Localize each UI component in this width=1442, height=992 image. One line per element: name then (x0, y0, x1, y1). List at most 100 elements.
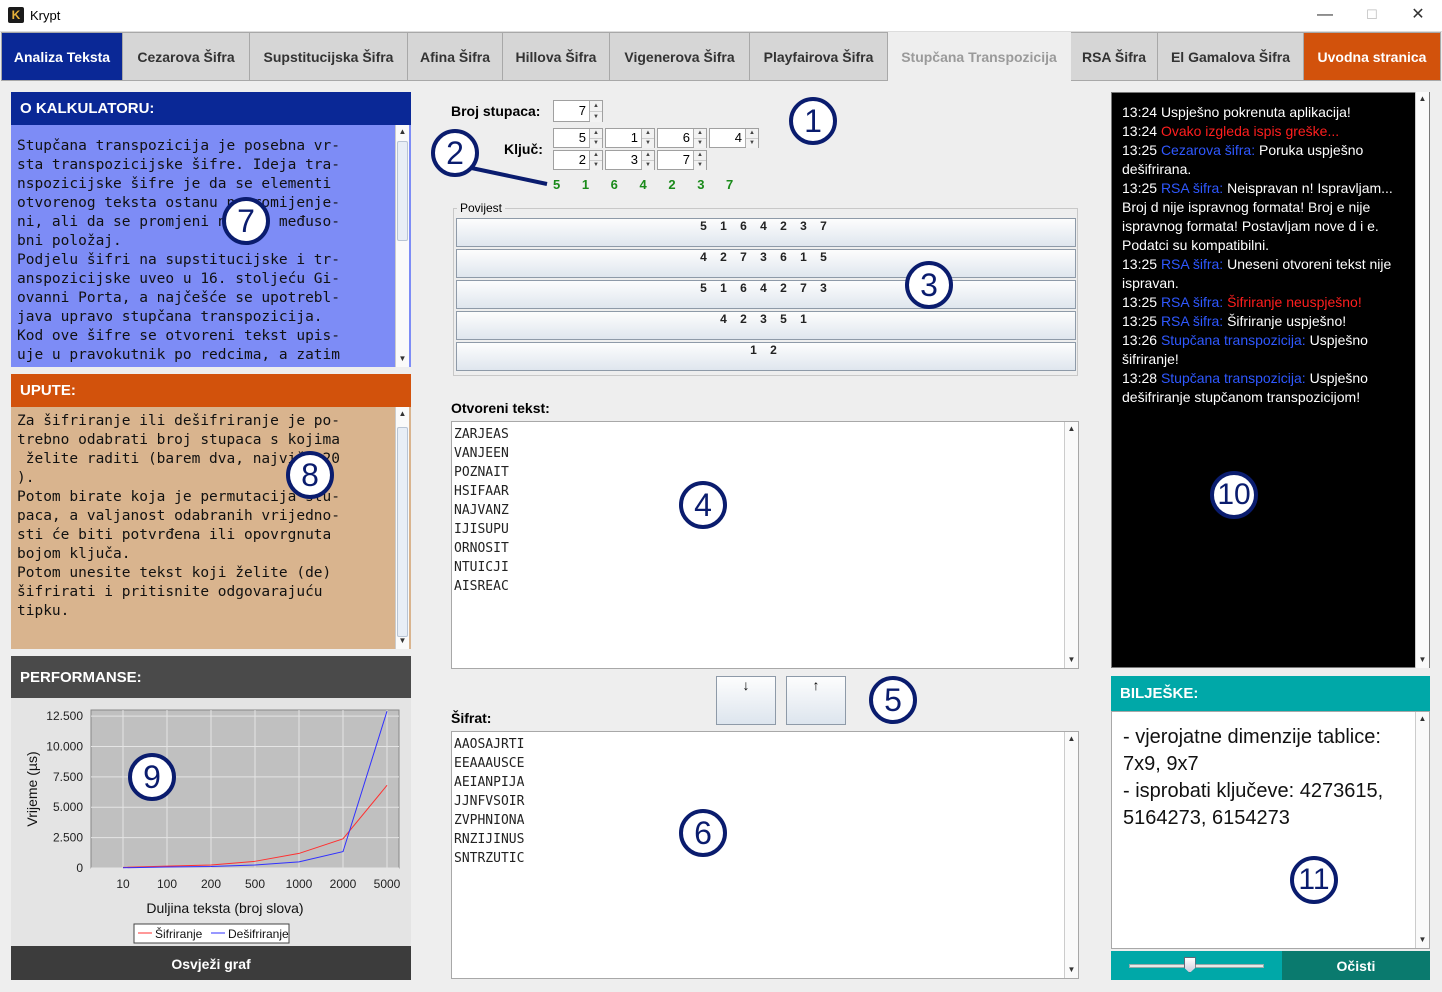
key-spinner-5[interactable]: 2 ▲ ▼ (553, 150, 603, 170)
history-item-button[interactable]: 4 2 7 3 6 1 5 (456, 249, 1076, 278)
tab-el-gamalova-sifra[interactable]: El Gamalova Šifra (1158, 32, 1304, 81)
tab-analiza-teksta[interactable]: Analiza Teksta (1, 32, 123, 81)
legend-label: Šifriranje (155, 926, 203, 941)
tab-uvodna-stranica[interactable]: Uvodna stranica (1304, 32, 1441, 81)
ciphertext-textarea[interactable]: AAOSAJRTI EEAAAUSCE AEIANPIJA JJNFVSOIR ZVPH… (451, 731, 1079, 979)
spinner-down-icon[interactable]: ▼ (694, 139, 706, 148)
tab-playfairova-sifra[interactable]: Playfairova Šifra (750, 32, 888, 81)
key-spinner-1[interactable]: 5 ▲ ▼ (553, 128, 603, 148)
notes-scrollbar[interactable]: ▲ ▼ (1415, 712, 1429, 948)
spinner-up-icon[interactable]: ▲ (694, 129, 706, 139)
plaintext-scrollbar[interactable]: ▲ ▼ (1064, 422, 1078, 668)
history-item-button[interactable]: 1 2 (456, 342, 1076, 371)
tab-rsa-sifra[interactable]: RSA Šifra (1071, 32, 1158, 81)
notes-content[interactable]: - vjerojatne dimenzije tablice: 7x9, 9x7 -… (1123, 724, 1383, 832)
key-spinner-3[interactable]: 6 ▲ ▼ (657, 128, 707, 148)
scroll-down-icon[interactable]: ▼ (396, 634, 409, 648)
scroll-down-icon[interactable]: ▼ (1065, 653, 1078, 667)
maximize-button[interactable]: ☐ (1349, 0, 1395, 32)
scroll-up-icon[interactable]: ▲ (396, 407, 409, 421)
key-spinner-value[interactable]: 1 (606, 129, 641, 147)
scroll-up-icon[interactable]: ▲ (1416, 92, 1429, 106)
log-message-continued: ispravan. (1122, 275, 1179, 291)
y-tick-label: 0 (76, 861, 83, 875)
close-button[interactable]: ✕ (1395, 0, 1441, 32)
plaintext-line: AISREAC (454, 579, 509, 594)
scroll-up-icon[interactable]: ▲ (1065, 732, 1078, 746)
tab-vigenerova-sifra[interactable]: Vigenerova Šifra (610, 32, 750, 81)
spinner-up-icon[interactable]: ▲ (590, 129, 602, 139)
spinner-down-icon[interactable]: ▼ (642, 161, 654, 170)
columns-spinner[interactable]: 7 ▲ ▼ (553, 100, 603, 122)
about-text-line: bni položaj. (17, 233, 122, 249)
key-spinner-value[interactable]: 6 (658, 129, 693, 147)
history-item-button[interactable]: 5 1 6 4 2 3 7 (456, 218, 1076, 247)
spinner-up-icon[interactable]: ▲ (590, 151, 602, 161)
ciphertext-content[interactable]: AAOSAJRTI EEAAAUSCE AEIANPIJA JJNFVSOIR ZVPH… (454, 735, 524, 868)
minimize-button[interactable]: — (1302, 0, 1348, 32)
key-spinner-value[interactable]: 5 (554, 129, 589, 147)
decrypt-button[interactable]: ↑ (786, 676, 846, 725)
spinner-down-icon[interactable]: ▼ (694, 161, 706, 170)
scroll-up-icon[interactable]: ▲ (396, 125, 409, 139)
key-spinner-value[interactable]: 4 (710, 129, 745, 147)
spinner-up-icon[interactable]: ▲ (642, 151, 654, 161)
log-scrollbar[interactable]: ▲ ▼ (1415, 92, 1429, 668)
spinner-up-icon[interactable]: ▲ (746, 129, 758, 139)
slider-handle[interactable] (1183, 957, 1196, 973)
tab-cezarova-sifra[interactable]: Cezarova Šifra (123, 32, 250, 81)
key-spinner-value[interactable]: 2 (554, 151, 589, 169)
instructions-text-line: Potom unesite tekst koji želite (de) (17, 565, 332, 581)
instructions-text: Za šifriranje ili dešifriranje je po-tre… (17, 412, 340, 621)
clear-notes-button[interactable]: Očisti (1282, 951, 1430, 980)
history-item-button[interactable]: 5 1 6 4 2 7 3 (456, 280, 1076, 309)
tab-hillova-sifra[interactable]: Hillova Šifra (503, 32, 610, 81)
plaintext-line: HSIFAAR (454, 484, 509, 499)
spinner-up-icon[interactable]: ▲ (694, 151, 706, 161)
about-text-area[interactable]: Stupčana transpozicija je posebna vr-sta… (11, 125, 411, 367)
x-tick-label: 5000 (374, 877, 401, 891)
spinner-up-icon[interactable]: ▲ (590, 101, 602, 112)
instructions-text-area[interactable]: Za šifriranje ili dešifriranje je po-tre… (11, 407, 411, 649)
key-spinner-4[interactable]: 4 ▲ ▼ (709, 128, 759, 148)
scroll-down-icon[interactable]: ▼ (1065, 963, 1078, 977)
tab-afina-sifra[interactable]: Afina Šifra (408, 32, 503, 81)
spinner-up-icon[interactable]: ▲ (642, 129, 654, 139)
spinner-down-icon[interactable]: ▼ (590, 161, 602, 170)
callout-8: 8 (286, 451, 334, 499)
log-source: Stupčana transpozicija: (1160, 332, 1306, 348)
history-item-button[interactable]: 4 2 3 5 1 (456, 311, 1076, 340)
plaintext-textarea[interactable]: ZARJEAS VANJEEN POZNAIT HSIFAAR NAJVANZ IJISU… (451, 421, 1079, 669)
columns-value[interactable]: 7 (554, 101, 589, 121)
spinner-down-icon[interactable]: ▼ (642, 139, 654, 148)
spinner-down-icon[interactable]: ▼ (590, 139, 602, 148)
slider-track[interactable] (1129, 964, 1264, 968)
spinner-down-icon[interactable]: ▼ (746, 139, 758, 148)
scroll-thumb[interactable] (397, 427, 408, 637)
tab-stupcana-transpozicija[interactable]: Stupčana Transpozicija (888, 32, 1071, 81)
log-message-continued: šifriranje! (1122, 351, 1179, 367)
tab-supstitucijska-sifra[interactable]: Supstitucijska Šifra (250, 32, 408, 81)
instructions-text-line: paca, a valjanost odabranih vrijedno- (17, 508, 341, 524)
scroll-down-icon[interactable]: ▼ (1416, 933, 1429, 947)
scroll-thumb[interactable] (397, 141, 408, 241)
key-spinner-value[interactable]: 3 (606, 151, 641, 169)
encrypt-button[interactable]: ↓ (716, 676, 776, 725)
scroll-up-icon[interactable]: ▲ (1065, 422, 1078, 436)
key-spinner-7[interactable]: 7 ▲ ▼ (657, 150, 707, 170)
key-spinner-value[interactable]: 7 (658, 151, 693, 169)
instructions-scrollbar[interactable]: ▲ ▼ (395, 407, 409, 649)
ciphertext-scrollbar[interactable]: ▲ ▼ (1064, 732, 1078, 978)
spinner-down-icon[interactable]: ▼ (590, 112, 602, 122)
scroll-up-icon[interactable]: ▲ (1416, 712, 1429, 726)
notes-textarea[interactable]: - vjerojatne dimenzije tablice: 7x9, 9x7 -… (1111, 711, 1430, 949)
about-scrollbar[interactable]: ▲ ▼ (395, 125, 409, 367)
refresh-chart-button[interactable]: Osvježi graf (11, 946, 411, 980)
scroll-down-icon[interactable]: ▼ (1416, 653, 1429, 667)
key-spinner-6[interactable]: 3 ▲ ▼ (605, 150, 655, 170)
notes-line: - isprobati ključeve: 4273615, (1123, 780, 1384, 802)
plaintext-content[interactable]: ZARJEAS VANJEEN POZNAIT HSIFAAR NAJVANZ IJISU… (454, 425, 509, 596)
instructions-text-line: šifrirati i pritisnite odgovarajuću (17, 584, 323, 600)
key-spinner-2[interactable]: 1 ▲ ▼ (605, 128, 655, 148)
scroll-down-icon[interactable]: ▼ (396, 352, 409, 366)
